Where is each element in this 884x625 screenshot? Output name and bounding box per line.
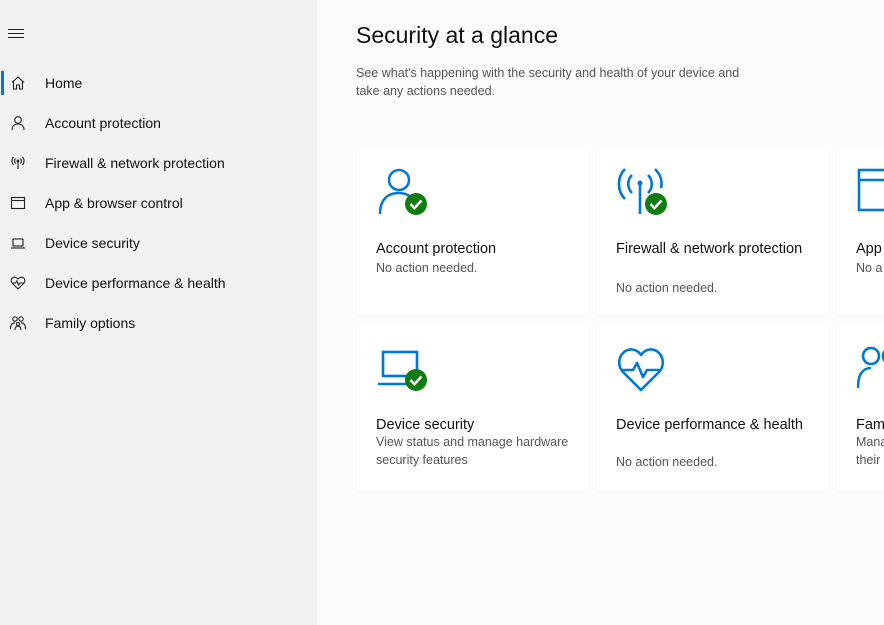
sidebar-item-family-options[interactable]: Family options [0, 303, 317, 343]
tile-title: Fam [856, 417, 884, 433]
tile-status: No action needed. [376, 261, 478, 275]
sidebar-item-label: Home [45, 75, 83, 91]
tile-device-security[interactable]: Device security View status and manage h… [357, 322, 589, 492]
sidebar-item-label: Family options [45, 315, 136, 331]
sidebar-item-label: Device performance & health [45, 275, 226, 291]
sidebar-item-home[interactable]: Home [0, 63, 317, 103]
browser-window-icon [9, 194, 27, 212]
family-icon [856, 342, 884, 398]
sidebar-item-firewall[interactable]: Firewall & network protection [0, 143, 317, 183]
home-icon [9, 74, 27, 92]
tile-status: Mana their [856, 435, 884, 467]
tile-account-protection[interactable]: Account protection No action needed. [357, 146, 589, 316]
sidebar-item-device-security[interactable]: Device security [0, 223, 317, 263]
sidebar-item-label: App & browser control [45, 195, 183, 211]
tile-app-browser-control[interactable]: App No a [837, 146, 884, 316]
tile-status: No action needed. [616, 455, 718, 469]
heart-pulse-icon [9, 274, 27, 292]
page-title: Security at a glance [356, 22, 559, 48]
antenna-check-icon [617, 166, 673, 222]
sidebar-item-label: Device security [45, 235, 140, 251]
main-content: Security at a glance See what's happenin… [317, 0, 884, 625]
sidebar-item-label: Firewall & network protection [45, 155, 225, 171]
browser-window-icon [857, 166, 884, 222]
person-icon [9, 114, 27, 132]
sidebar-item-device-performance[interactable]: Device performance & health [0, 263, 317, 303]
sidebar-item-account-protection[interactable]: Account protection [0, 103, 317, 143]
sidebar-nav: Home Account protection Firewall & netwo… [0, 63, 317, 343]
laptop-check-icon [377, 342, 433, 398]
family-icon [9, 314, 27, 332]
page-subtitle: See what's happening with the security a… [356, 66, 740, 98]
tile-status: View status and manage hardware security… [376, 435, 569, 467]
tile-status: No action needed. [616, 281, 718, 295]
tile-firewall-network-protection[interactable]: Firewall & network protection No action … [597, 146, 829, 316]
tile-title: Account protection [376, 241, 497, 257]
sidebar-item-label: Account protection [45, 115, 161, 131]
tile-title: Device performance & health [616, 417, 803, 433]
laptop-icon [9, 234, 27, 252]
tile-device-performance-health[interactable]: Device performance & health No action ne… [597, 322, 829, 492]
tile-title: Device security [376, 417, 475, 433]
sidebar: Home Account protection Firewall & netwo… [0, 0, 317, 625]
tile-status: No a [856, 261, 883, 275]
heart-pulse-icon [617, 342, 673, 398]
tile-title: Firewall & network protection [616, 241, 803, 257]
tile-title: App [856, 241, 882, 257]
hamburger-menu-icon[interactable] [8, 26, 26, 42]
antenna-icon [9, 154, 27, 172]
sidebar-item-app-browser-control[interactable]: App & browser control [0, 183, 317, 223]
tile-family-options[interactable]: Fam Mana their [837, 322, 884, 492]
person-check-icon [377, 166, 433, 222]
